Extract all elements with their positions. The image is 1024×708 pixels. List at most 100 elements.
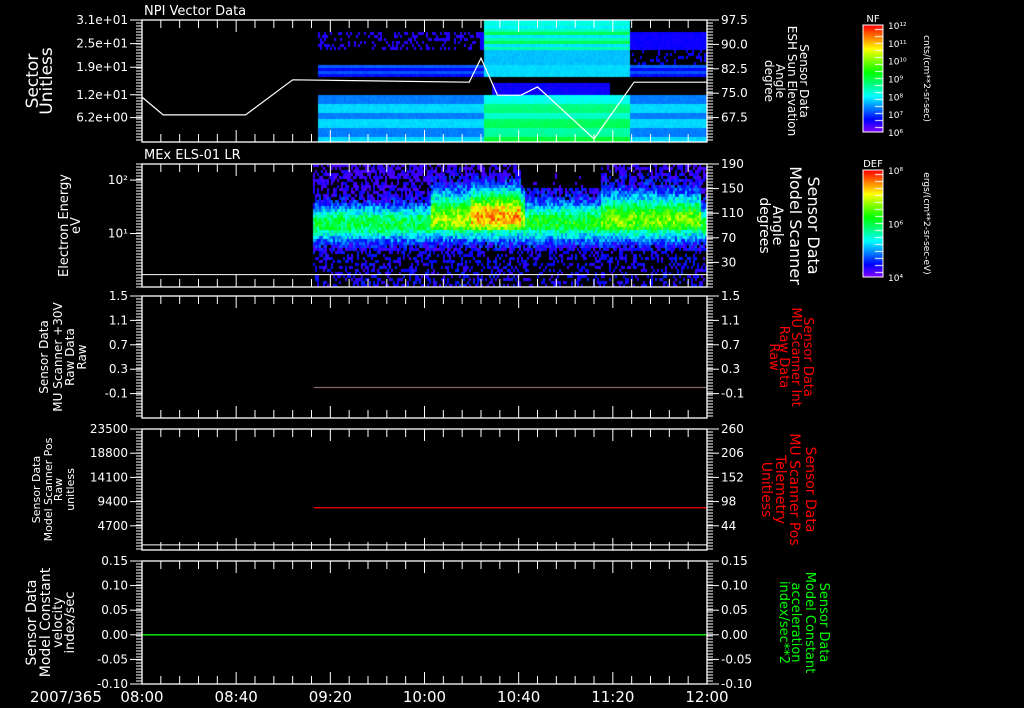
colorbar-tick-label: 10⁸ xyxy=(888,93,903,103)
y-tick-label-right: 0.7 xyxy=(721,338,740,352)
y-tick-label-right: 0.10 xyxy=(721,579,748,593)
colorbar-tick-label: 10¹² xyxy=(888,22,907,32)
y-tick-label-right: 0.3 xyxy=(721,362,740,376)
y-tick-label-right: 0.00 xyxy=(721,628,748,642)
y-axis-label-left: Sensor Data xyxy=(37,320,51,394)
y-axis-label-right: index/sec**2 xyxy=(776,581,791,664)
colorbar-label: NF xyxy=(866,14,879,25)
y-axis-label-left: Raw xyxy=(75,344,89,369)
x-tick-label: 08:40 xyxy=(215,688,258,706)
y-axis-label-left: index/sec xyxy=(63,592,78,654)
y-tick-label: 10¹ xyxy=(108,227,128,241)
panel-5: 0.150.100.050.00-0.05-0.100.150.100.050.… xyxy=(24,554,831,691)
panel-title: MEx ELS-01 LR xyxy=(144,148,241,163)
y-tick-label-right: 190 xyxy=(721,157,744,171)
y-axis-label-right: degrees xyxy=(756,197,772,253)
colorbar-frame xyxy=(862,24,884,133)
y-tick-label: 1.9e+01 xyxy=(76,60,128,74)
x-tick-label: 10:40 xyxy=(497,688,540,706)
panel-frame xyxy=(141,560,708,685)
y-tick-label: 0.7 xyxy=(109,338,128,352)
y-tick-label-right: 67.5 xyxy=(721,111,748,125)
panel-4: 23500 18800 14100 9400 4700 260 206 152 98 44 Sens… xyxy=(30,422,818,551)
colorbar-tick-label: 10⁷ xyxy=(888,111,903,121)
y-axis-label-right: Sensor Data xyxy=(804,176,823,274)
y-tick-label-right: 0.15 xyxy=(721,554,748,568)
y-tick-label-right: 44 xyxy=(721,519,736,533)
colorbar-tick-label: 10⁸ xyxy=(888,167,903,177)
y-tick-label-right: 0.05 xyxy=(721,603,748,617)
y-tick-label: 4700 xyxy=(97,519,128,533)
y-axis-label-right: Model Constant xyxy=(802,572,817,674)
y-tick-label-right: -0.05 xyxy=(721,652,752,666)
panel-1: NPI Vector Data 3.1e+01 2.5e+01 1.9e+01 1.2e… xyxy=(23,4,931,143)
colorbar-tick-label: 10¹¹ xyxy=(888,40,907,50)
y-tick-label: 10² xyxy=(108,173,128,187)
y-tick-label-right: 82.5 xyxy=(721,62,748,76)
y-tick-label: 0.10 xyxy=(101,579,128,593)
x-tick-label: 09:20 xyxy=(309,688,352,706)
panel-3: 1.5 1.1 0.7 0.3 -0.1 1.5 1.1 0.7 0.3 -0.1 Sensor D… xyxy=(37,289,815,419)
y-tick-label: 6.2e+00 xyxy=(76,111,128,125)
y-tick-label: 1.5 xyxy=(109,289,128,303)
y-axis-label-right: Model Scanner xyxy=(786,166,805,285)
y-axis-label-right: Raw xyxy=(766,343,781,371)
y-tick-label-right: 206 xyxy=(721,446,744,460)
panel-2: MEx ELS-01 LR10²10¹1901501107030Electron… xyxy=(57,148,931,288)
date-label: 2007/365 xyxy=(30,688,102,706)
y-tick-label-right: 260 xyxy=(721,422,744,436)
y-tick-label-right: 98 xyxy=(721,495,736,509)
panel-title: NPI Vector Data xyxy=(144,4,246,19)
y-tick-label: 0.15 xyxy=(101,554,128,568)
y-axis-label-left: eV xyxy=(69,217,84,234)
y-tick-label: 9400 xyxy=(97,495,128,509)
sun-elevation-line xyxy=(141,56,707,140)
panel-frame xyxy=(141,163,708,288)
y-tick-label: 0.00 xyxy=(101,628,128,642)
plot-svg: NPI Vector Data 3.1e+01 2.5e+01 1.9e+01 1.2e… xyxy=(23,4,931,706)
y-tick-label-right: 70 xyxy=(721,231,736,245)
panel-frame xyxy=(141,428,708,551)
y-tick-label: 0.3 xyxy=(109,362,128,376)
y-tick-label: -0.05 xyxy=(97,652,128,666)
y-axis-label-right: Unitless xyxy=(758,462,774,518)
y-tick-label-right: 110 xyxy=(721,206,744,220)
colorbar-tick-label: 10¹⁰ xyxy=(888,58,907,68)
y-tick-label: 3.1e+01 xyxy=(76,13,128,27)
y-tick-label: 18800 xyxy=(90,446,128,460)
colorbar-label: DEF xyxy=(863,159,883,170)
colorbar-tick-label: 10⁹ xyxy=(888,76,903,86)
x-tick-label: 11:20 xyxy=(591,688,634,706)
y-tick-label-right: -0.1 xyxy=(721,387,744,401)
y-tick-label: 23500 xyxy=(90,422,128,436)
y-tick-label: -0.1 xyxy=(105,387,128,401)
y-tick-label: 1.1 xyxy=(109,313,128,327)
colorbar-tick-label: 10⁴ xyxy=(888,274,903,284)
y-tick-label: 2.5e+01 xyxy=(76,37,128,51)
x-tick-label: 12:00 xyxy=(685,688,728,706)
y-tick-label: 1.2e+01 xyxy=(76,88,128,102)
y-tick-label: 0.05 xyxy=(101,603,128,617)
y-tick-label-right: 1.1 xyxy=(721,313,740,327)
x-tick-label: 08:00 xyxy=(120,688,163,706)
y-tick-label-right: 90.0 xyxy=(721,37,748,51)
colorbar-units: ergs/(cm**2-sr-sec-eV) xyxy=(921,172,931,274)
y-axis-label-right: degree xyxy=(762,60,776,102)
x-tick-label: 10:00 xyxy=(403,688,446,706)
y-axis-label-right: Sensor Data xyxy=(802,447,818,533)
y-axis-label-left: Unitless xyxy=(37,47,57,115)
y-axis-label-right: Sensor Data xyxy=(816,583,831,663)
y-tick-label: 14100 xyxy=(90,470,128,484)
y-tick-label-right: 1.5 xyxy=(721,289,740,303)
y-tick-label-right: 97.5 xyxy=(721,13,748,27)
y-tick-label-right: 30 xyxy=(721,255,736,269)
colorbar-tick-label: 10⁶ xyxy=(888,129,903,139)
panel-frame xyxy=(141,295,708,419)
colorbar-frame xyxy=(862,169,884,278)
y-tick-label-right: 150 xyxy=(721,182,744,196)
y-tick-label-right: 152 xyxy=(721,470,744,484)
y-tick-label-right: 75.0 xyxy=(721,86,748,100)
colorbar-units: cnts/(cm**2-sr-sec) xyxy=(921,35,931,122)
colorbar-tick-label: 10⁶ xyxy=(888,221,903,231)
y-axis-label-left: unitless xyxy=(64,468,77,511)
